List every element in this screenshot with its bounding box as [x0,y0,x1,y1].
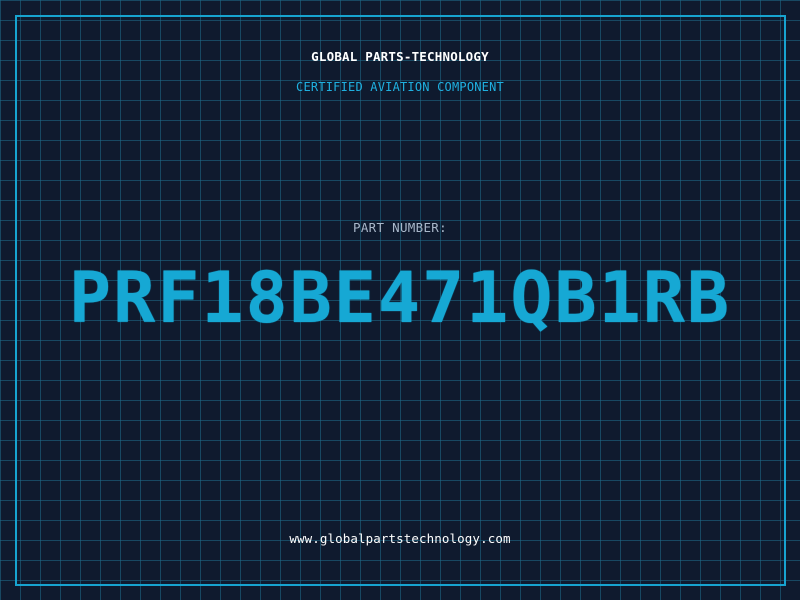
company-tagline: CERTIFIED AVIATION COMPONENT [296,80,504,94]
website-link[interactable]: www.globalpartstechnology.com [0,531,800,546]
company-name: GLOBAL PARTS-TECHNOLOGY [311,49,489,64]
certificate-canvas: GLOBAL PARTS-TECHNOLOGY CERTIFIED AVIATI… [0,0,800,600]
part-number-label: PART NUMBER: [353,220,447,235]
part-number-value: PRF18BE471QB1RB [68,257,732,339]
